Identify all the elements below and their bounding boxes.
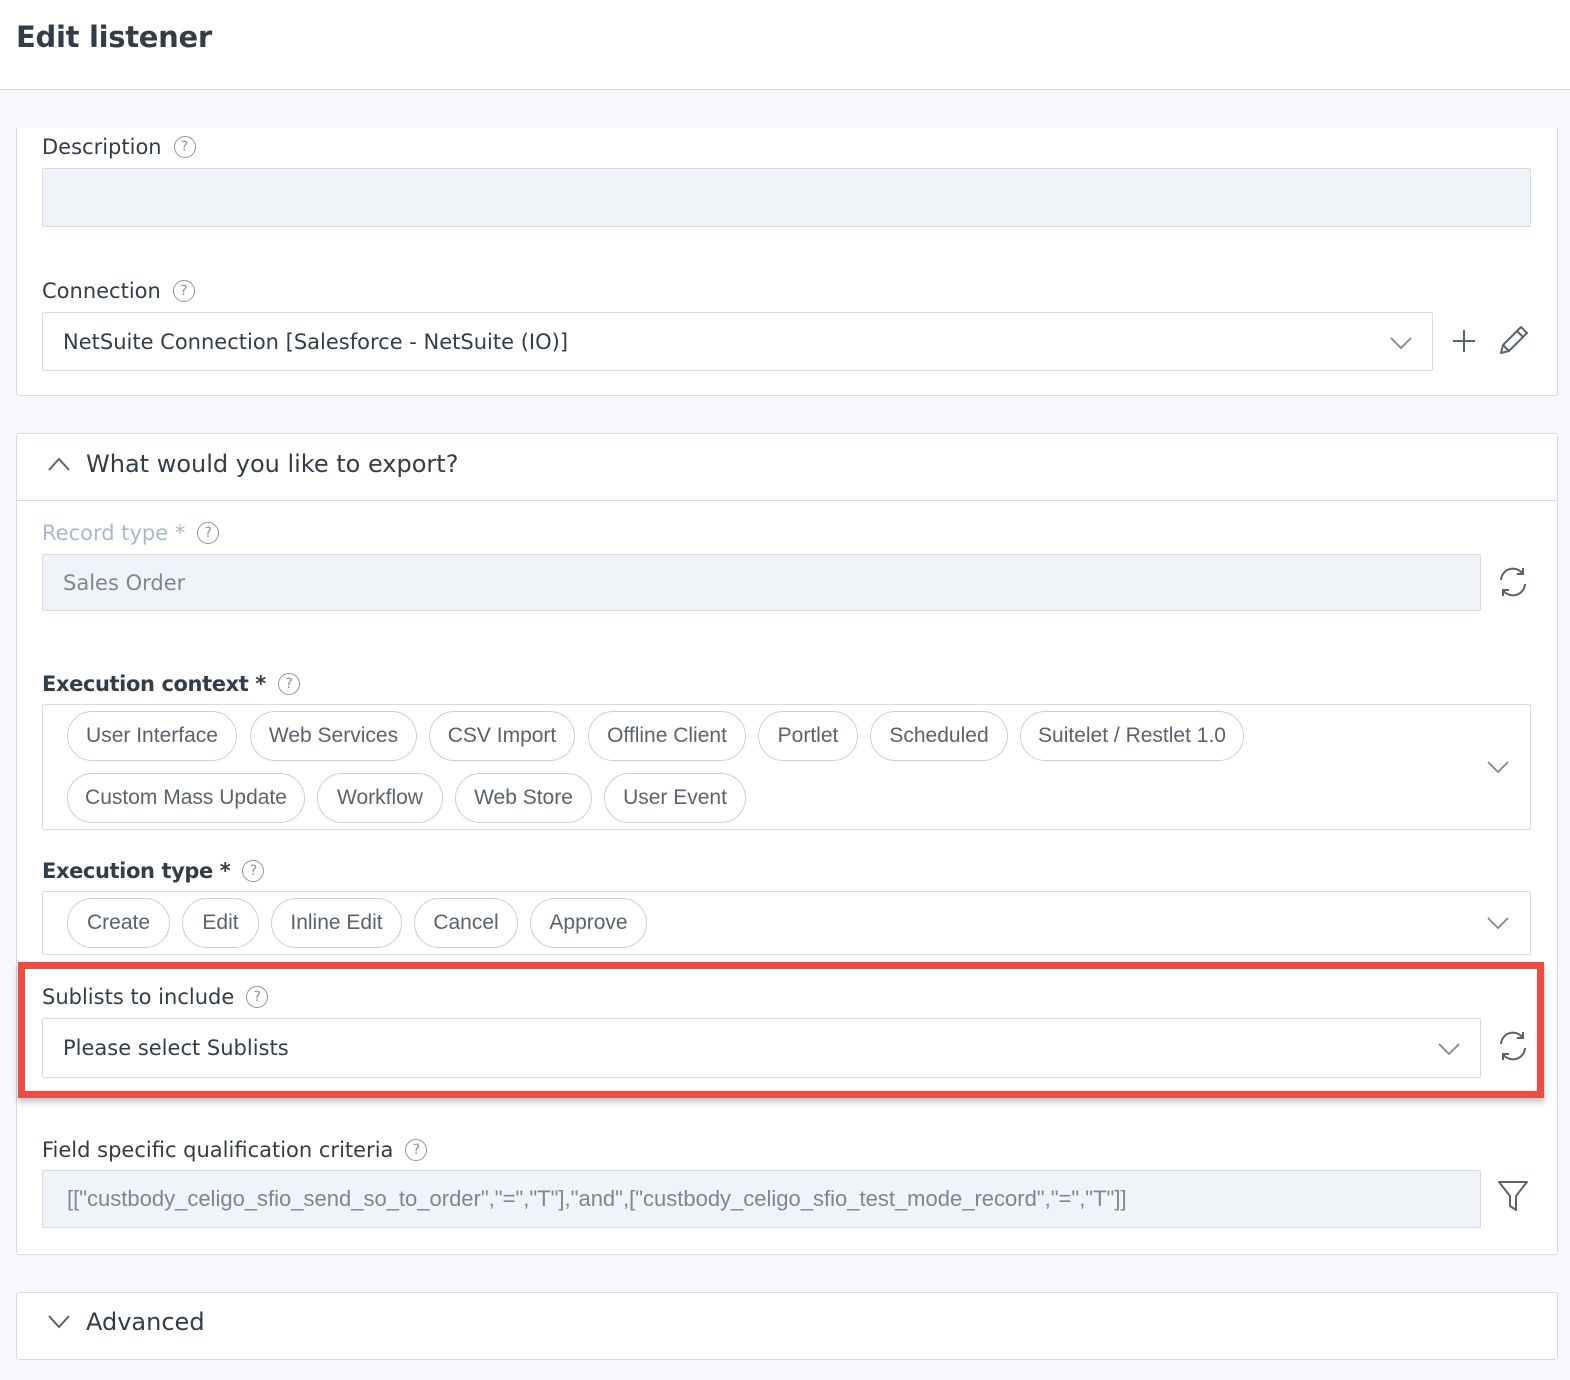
execution-type-label: Execution type * ? bbox=[42, 859, 265, 883]
refresh-record-type-button[interactable] bbox=[1494, 562, 1532, 602]
chip-approve[interactable]: Approve bbox=[530, 898, 647, 948]
add-connection-button[interactable] bbox=[1447, 324, 1481, 358]
chevron-down-icon bbox=[1390, 330, 1412, 354]
chevron-down-icon bbox=[48, 1315, 70, 1329]
chip-create[interactable]: Create bbox=[67, 898, 170, 948]
chip-suitelet-restlet[interactable]: Suitelet / Restlet 1.0 bbox=[1020, 711, 1244, 761]
help-icon[interactable]: ? bbox=[172, 280, 195, 302]
chip-user-interface[interactable]: User Interface bbox=[67, 711, 237, 761]
page-title: Edit listener bbox=[16, 20, 212, 54]
chip-scheduled[interactable]: Scheduled bbox=[870, 711, 1008, 761]
filter-icon bbox=[1498, 1181, 1528, 1211]
advanced-section-title: Advanced bbox=[86, 1308, 205, 1336]
connection-label: Connection ? bbox=[42, 279, 195, 303]
description-input[interactable] bbox=[42, 168, 1531, 227]
help-icon[interactable]: ? bbox=[173, 136, 196, 158]
help-icon[interactable]: ? bbox=[405, 1139, 428, 1161]
chip-portlet[interactable]: Portlet bbox=[758, 711, 858, 761]
connection-value: NetSuite Connection [Salesforce - NetSui… bbox=[63, 329, 569, 354]
chevron-down-icon bbox=[1438, 1036, 1460, 1060]
sublists-select[interactable]: Please select Sublists bbox=[42, 1018, 1481, 1078]
help-icon[interactable]: ? bbox=[197, 522, 220, 544]
refresh-icon bbox=[1500, 1031, 1526, 1061]
filter-button[interactable] bbox=[1494, 1176, 1532, 1216]
chip-custom-mass-update[interactable]: Custom Mass Update bbox=[67, 773, 305, 823]
chevron-up-icon bbox=[48, 457, 70, 471]
page-header: Edit listener bbox=[0, 0, 1570, 90]
record-type-select: Sales Order bbox=[42, 554, 1481, 611]
help-icon[interactable]: ? bbox=[242, 860, 265, 882]
chip-inline-edit[interactable]: Inline Edit bbox=[271, 898, 402, 948]
record-type-label: Record type * ? bbox=[42, 521, 220, 545]
connection-select[interactable]: NetSuite Connection [Salesforce - NetSui… bbox=[42, 312, 1433, 371]
advanced-card bbox=[16, 1292, 1558, 1360]
refresh-sublists-button[interactable] bbox=[1494, 1026, 1532, 1066]
criteria-input[interactable]: [["custbody_celigo_sfio_send_so_to_order… bbox=[42, 1170, 1481, 1228]
help-icon[interactable]: ? bbox=[246, 986, 269, 1008]
export-section-title: What would you like to export? bbox=[86, 450, 459, 478]
chip-csv-import[interactable]: CSV Import bbox=[429, 711, 575, 761]
chevron-down-icon[interactable] bbox=[1485, 914, 1511, 932]
advanced-section-toggle[interactable]: Advanced bbox=[48, 1308, 205, 1336]
criteria-label: Field specific qualification criteria ? bbox=[42, 1138, 428, 1162]
section-divider bbox=[17, 500, 1557, 501]
sublists-placeholder: Please select Sublists bbox=[63, 1036, 289, 1060]
sublists-label: Sublists to include ? bbox=[42, 985, 269, 1009]
chevron-down-icon[interactable] bbox=[1485, 758, 1511, 776]
chip-offline-client[interactable]: Offline Client bbox=[588, 711, 746, 761]
criteria-value: [["custbody_celigo_sfio_send_so_to_order… bbox=[67, 1186, 1127, 1211]
chip-workflow[interactable]: Workflow bbox=[317, 773, 443, 823]
pencil-icon bbox=[1500, 326, 1528, 354]
description-label: Description ? bbox=[42, 135, 196, 159]
chip-edit[interactable]: Edit bbox=[182, 898, 259, 948]
execution-type-select[interactable] bbox=[42, 891, 1531, 955]
chip-user-event[interactable]: User Event bbox=[604, 773, 746, 823]
chip-web-services[interactable]: Web Services bbox=[250, 711, 417, 761]
record-type-value: Sales Order bbox=[63, 570, 186, 595]
plus-icon bbox=[1453, 330, 1475, 352]
chip-cancel[interactable]: Cancel bbox=[414, 898, 518, 948]
help-icon[interactable]: ? bbox=[277, 673, 300, 695]
execution-context-label: Execution context * ? bbox=[42, 672, 300, 696]
export-section-toggle[interactable]: What would you like to export? bbox=[48, 450, 458, 478]
refresh-icon bbox=[1500, 567, 1526, 597]
chip-web-store[interactable]: Web Store bbox=[455, 773, 592, 823]
edit-connection-button[interactable] bbox=[1494, 320, 1534, 360]
